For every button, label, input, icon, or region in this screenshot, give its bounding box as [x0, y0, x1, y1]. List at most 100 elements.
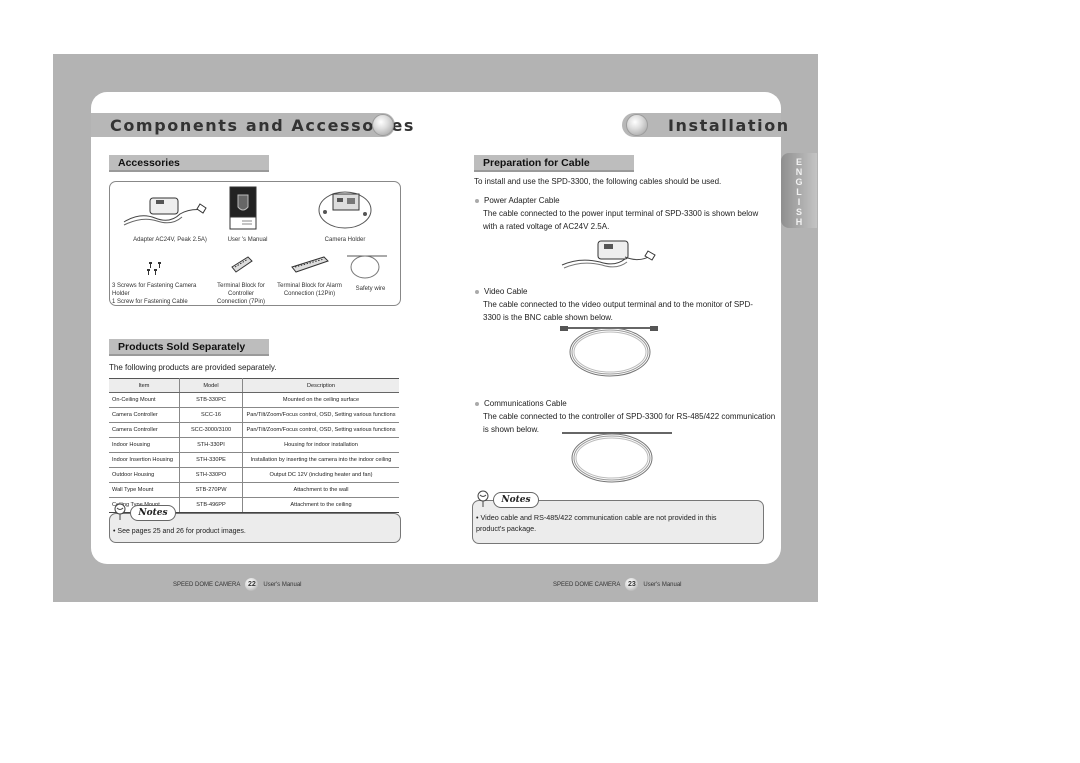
products-table: Item Model Description On-Ceiling Mount S…	[109, 378, 399, 513]
title-orb-icon	[372, 114, 394, 136]
notes-line: • Video cable and RS-485/422 communicati…	[476, 513, 717, 522]
footer-product: SPEED DOME CAMERA	[553, 581, 621, 588]
caption-line: Terminal Block for Alarm	[277, 283, 342, 289]
cable-name: Communications Cable	[475, 397, 567, 410]
accessory-caption: User 's Manual	[227, 237, 268, 243]
language-tab-label: ENGLISH	[781, 157, 817, 227]
notes-label: Notes	[130, 505, 176, 521]
accessory-caption: Adapter AC24V, Peak 2.5A)	[133, 237, 207, 243]
manual-icon	[229, 186, 257, 230]
page-number: 23	[625, 578, 639, 591]
item-cell: Wall Type Mount	[109, 482, 180, 498]
table-row: Wall Type Mount STB-270PW Attachment to th…	[109, 482, 399, 498]
column-header: Item	[109, 378, 180, 393]
table-row: Indoor Insertion Housing STH-330PE Install…	[109, 452, 399, 468]
terminal-block-7pin-icon	[231, 256, 253, 273]
table-row: On-Ceiling Mount STB-330PC Mounted on the …	[109, 392, 399, 408]
accessory-caption: Terminal Block for Alarm Connection (12P…	[277, 282, 342, 298]
bullet-icon	[475, 198, 479, 203]
language-tab-letter: E	[795, 157, 802, 167]
caption-line: Connection (12Pin)	[283, 291, 336, 297]
model-cell: SCC-16	[179, 407, 243, 423]
desc-line: The cable connected to the controller of…	[483, 412, 776, 421]
left-footer: SPEED DOME CAMERA 22 User's Manual	[173, 578, 302, 591]
right-page-title: Installation	[668, 116, 790, 135]
language-tab-letter: G	[795, 177, 803, 187]
notes-text: • Video cable and RS-485/422 communicati…	[476, 512, 756, 534]
description-cell: Output DC 12V (including heater and fan)	[242, 467, 399, 483]
products-heading: Products Sold Separately	[109, 339, 269, 356]
desc-line: The cable connected to the video output …	[483, 300, 753, 309]
caption-line: Connection (7Pin)	[216, 299, 266, 305]
table-row: Camera Controller SCC-3000/3100 Pan/Tilt/Z…	[109, 422, 399, 438]
table-header-row: Item Model Description	[109, 378, 399, 393]
communications-cable-image	[562, 432, 672, 483]
description-cell: Pan/Tilt/Zoom/Focus control, OSD, Settin…	[242, 407, 399, 423]
notes-pin-icon	[114, 503, 126, 520]
notes-line: product's package.	[476, 524, 537, 533]
language-tab-letter: L	[796, 187, 802, 197]
screws-icon	[147, 262, 161, 275]
cable-name-text: Power Adapter Cable	[484, 196, 560, 205]
accessories-heading: Accessories	[109, 155, 269, 172]
description-cell: Housing for indoor installation	[242, 437, 399, 453]
accessory-caption: Terminal Block for Controller Connection…	[205, 282, 277, 306]
language-tab-letter: N	[795, 167, 803, 177]
column-header: Model	[179, 378, 243, 393]
item-cell: Camera Controller	[109, 407, 180, 423]
power-adapter-cable-image	[561, 240, 656, 269]
description-cell: Mounted on the ceiling surface	[242, 392, 399, 408]
item-cell: On-Ceiling Mount	[109, 392, 180, 408]
table-row: Indoor Housing STH-330PI Housing for indoo…	[109, 437, 399, 453]
page-number: 22	[245, 578, 259, 591]
accessory-caption: Safety wire	[355, 286, 386, 292]
model-cell: STH-330PE	[179, 452, 243, 468]
desc-line: with a rated voltage of AC24V 2.5A.	[483, 222, 610, 231]
model-cell: SCC-3000/3100	[179, 422, 243, 438]
notes-label: Notes	[493, 492, 539, 508]
table-row: Outdoor Housing STH-330PO Output DC 12V (i…	[109, 467, 399, 483]
bullet-icon	[475, 289, 479, 294]
model-cell: STH-330PO	[179, 467, 243, 483]
model-cell: STB-270PW	[179, 482, 243, 498]
desc-line: 3300 is the BNC cable shown below.	[483, 313, 613, 322]
video-cable-image	[560, 326, 658, 377]
accessory-caption: 3 Screws for Fastening Camera Holder 1 S…	[112, 282, 207, 306]
caption-line: 1 Screw for Fastening Cable	[112, 299, 188, 305]
preparation-heading: Preparation for Cable	[474, 155, 634, 172]
title-orb-icon	[626, 114, 648, 136]
item-cell: Indoor Housing	[109, 437, 180, 453]
accessory-caption: Camera Holder	[324, 237, 366, 243]
cable-name: Video Cable	[475, 285, 527, 298]
item-cell: Camera Controller	[109, 422, 180, 438]
model-cell: STH-330PI	[179, 437, 243, 453]
desc-line: The cable connected to the power input t…	[483, 209, 759, 218]
table-row: Camera Controller SCC-16 Pan/Tilt/Zoom/Foc…	[109, 407, 399, 423]
cable-desc: The cable connected to the power input t…	[483, 207, 758, 233]
footer-suffix: User's Manual	[263, 581, 302, 588]
notes-text: • See pages 25 and 26 for product images…	[113, 528, 246, 535]
model-cell: STB-496PP	[179, 497, 243, 513]
item-cell: Outdoor Housing	[109, 467, 180, 483]
cable-desc: The cable connected to the video output …	[483, 298, 753, 324]
description-cell: Installation by inserting the camera int…	[242, 452, 399, 468]
description-cell: Pan/Tilt/Zoom/Focus control, OSD, Settin…	[242, 422, 399, 438]
footer-product: SPEED DOME CAMERA	[173, 581, 241, 588]
power-adapter-icon	[123, 197, 207, 226]
terminal-block-12pin-icon	[291, 256, 329, 273]
language-tab-letter: I	[797, 197, 801, 207]
notes-pin-icon	[477, 490, 489, 507]
language-tab-letter: S	[795, 207, 802, 217]
cable-name-text: Communications Cable	[484, 399, 567, 408]
description-cell: Attachment to the ceiling	[242, 497, 399, 513]
description-cell: Attachment to the wall	[242, 482, 399, 498]
caption-line: Terminal Block for Controller	[217, 283, 265, 297]
footer-suffix: User's Manual	[643, 581, 682, 588]
cable-name: Power Adapter Cable	[475, 194, 560, 207]
products-intro: The following products are provided sepa…	[109, 363, 277, 372]
cable-name-text: Video Cable	[484, 287, 528, 296]
caption-line: 3 Screws for Fastening Camera Holder	[112, 283, 197, 297]
column-header: Description	[242, 378, 399, 393]
left-page-title: Components and Accessories	[110, 116, 416, 135]
camera-holder-icon	[318, 191, 372, 229]
